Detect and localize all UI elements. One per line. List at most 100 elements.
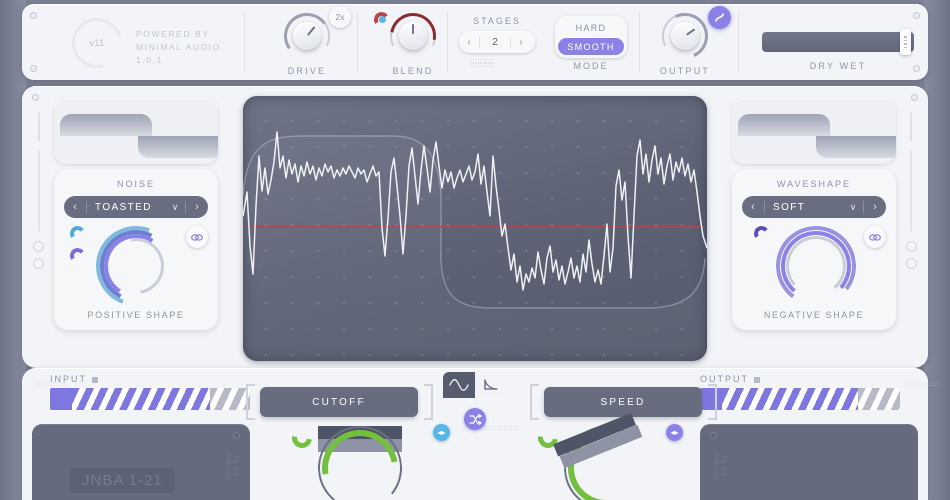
output-knob[interactable] [655, 6, 715, 66]
positive-mod-source-blue-icon[interactable] [68, 224, 87, 243]
bidirectional-arrows-icon-cutoff[interactable]: ◂▸ [433, 424, 450, 441]
input-meter-solid [50, 388, 72, 410]
waveshape-selector[interactable]: ‹ SOFT ∨ › [742, 196, 886, 218]
shuffle-icon[interactable] [464, 408, 486, 430]
tab-envelope[interactable] [475, 372, 507, 398]
cutoff-knob[interactable] [307, 415, 413, 500]
waveform-display[interactable] [243, 96, 707, 361]
chevron-down-icon[interactable]: ∨ [165, 202, 185, 213]
input-meter-tail [210, 388, 250, 410]
blend-label: BLEND [392, 66, 434, 76]
positive-mod-source-purple-icon[interactable] [68, 246, 87, 265]
slot-left-2 [38, 150, 40, 232]
left-plate-vtext: TEST PRINT [224, 454, 238, 483]
brand-version: v11 [89, 38, 105, 48]
indicator-right-1 [906, 241, 917, 252]
input-meter-block: INPUT [50, 374, 250, 410]
left-dark-plate: JNBA 1-21 TEST PRINT [32, 424, 250, 500]
brand-block: v11 POWERED BY MINIMAL AUDIO 1.0.1 [40, 8, 235, 78]
output-label: OUTPUT [659, 66, 711, 76]
output-meter [700, 388, 900, 410]
bidirectional-arrows-icon-speed[interactable]: ◂▸ [666, 424, 683, 441]
tab-lfo-sine[interactable] [443, 372, 475, 398]
plugin-window: v11 POWERED BY MINIMAL AUDIO 1.0.1 DRIVE… [0, 0, 950, 500]
drywet-label: DRY WET [809, 61, 867, 71]
mid-screw-topleft [32, 94, 39, 101]
drywet-slider-handle[interactable] [900, 29, 911, 55]
mode-option-smooth[interactable]: SMOOTH [558, 38, 624, 55]
indicator-left-1 [33, 241, 44, 252]
s-curve-icon[interactable] [708, 6, 731, 29]
mid-screw-topright [911, 94, 918, 101]
positive-shape-knob[interactable] [82, 212, 190, 320]
blend-knob[interactable] [380, 3, 446, 69]
noise-selector[interactable]: ‹ TOASTED ∨ › [64, 196, 208, 218]
cutoff-mod-source-icon[interactable] [288, 424, 316, 452]
slot-right-1 [910, 112, 912, 142]
noise-selected-value: TOASTED [95, 201, 152, 213]
left-plate-stamp: JNBA 1-21 [70, 468, 175, 493]
output-meter-text: OUTPUT [700, 374, 749, 384]
left-shelf-graphic [54, 98, 218, 164]
left-shelf-step-2 [138, 136, 218, 158]
stages-stepper[interactable]: ‹ 2 › [459, 31, 535, 53]
brand-line-1: POWERED BY [136, 29, 210, 39]
divider-2 [357, 12, 358, 72]
waveshape-panel: WAVESHAPE ‹ SOFT ∨ › NEGATIVE SHAPE [732, 170, 896, 330]
output-meter-tail [858, 388, 900, 410]
right-shelf-step-2 [816, 136, 896, 158]
right-shelf-graphic [732, 98, 896, 164]
stages-texture-dots: :::::::::::::::::::: [470, 58, 495, 69]
stages-label: STAGES [473, 16, 521, 26]
input-meter-label: INPUT [50, 374, 250, 384]
brand-line-2: MINIMAL AUDIO 1.0.1 [136, 42, 221, 65]
noise-prev-button[interactable]: ‹ [64, 201, 86, 213]
waveshape-selected-value: SOFT [773, 201, 806, 213]
speed-knob[interactable] [552, 412, 660, 500]
stages-prev-button[interactable]: ‹ [459, 37, 479, 48]
stages-next-button[interactable]: › [511, 37, 531, 48]
stages-value: 2 [492, 36, 498, 48]
speed-bracket-right [708, 384, 717, 420]
cutoff-button[interactable]: CUTOFF [260, 387, 418, 417]
cutoff-bracket-right [424, 384, 433, 420]
input-texture-dots: :::::::::::::::::::: [34, 382, 68, 388]
negative-shape-knob[interactable] [770, 220, 862, 312]
drywet-slider-fill [762, 32, 914, 52]
right-plate-screw [710, 432, 717, 439]
output-texture-dots: :::::::::::::::::::: [904, 382, 938, 388]
negative-shape-label: NEGATIVE SHAPE [763, 310, 865, 320]
link-chain-icon-right[interactable] [864, 226, 886, 248]
divider-5 [738, 12, 739, 72]
input-meter-stripes [72, 388, 210, 410]
mode-toggle-group[interactable]: HARD SMOOTH [555, 16, 627, 58]
chevron-down-icon-right[interactable]: ∨ [843, 202, 863, 213]
drive-knob[interactable] [280, 9, 334, 63]
drive-label: DRIVE [287, 66, 327, 76]
drywet-slider[interactable] [762, 29, 914, 55]
noise-next-button[interactable]: › [186, 201, 208, 213]
left-shelf-step-1 [60, 114, 152, 136]
drive-knob-body [293, 22, 321, 50]
divider-3 [447, 12, 448, 72]
noise-panel: NOISE ‹ TOASTED ∨ › POSITIVE SHAPE [54, 170, 218, 330]
output-meter-stripes [722, 388, 858, 410]
output-meter-block: OUTPUT [700, 374, 900, 410]
indicator-right-2 [906, 258, 917, 269]
right-shelf-step-1 [738, 114, 830, 136]
link-chain-icon[interactable] [186, 226, 208, 248]
top-control-bar: v11 POWERED BY MINIMAL AUDIO 1.0.1 DRIVE… [22, 3, 928, 80]
output-clip-indicator [754, 376, 760, 383]
screw-topright [913, 12, 920, 19]
mode-option-hard[interactable]: HARD [558, 19, 624, 36]
input-meter [50, 388, 250, 410]
blend-mod-dot-icon [379, 16, 386, 23]
negative-mod-source-icon[interactable] [752, 224, 771, 243]
slot-right-2 [910, 150, 912, 232]
speed-button[interactable]: SPEED [544, 387, 702, 417]
waveshape-prev-button[interactable]: ‹ [742, 201, 764, 213]
drive-oversampling-badge[interactable]: 2x [329, 6, 351, 28]
waveshape-next-button[interactable]: › [864, 201, 886, 213]
screw-bottomleft [30, 65, 37, 72]
lfo-shape-tabs[interactable] [443, 372, 507, 398]
